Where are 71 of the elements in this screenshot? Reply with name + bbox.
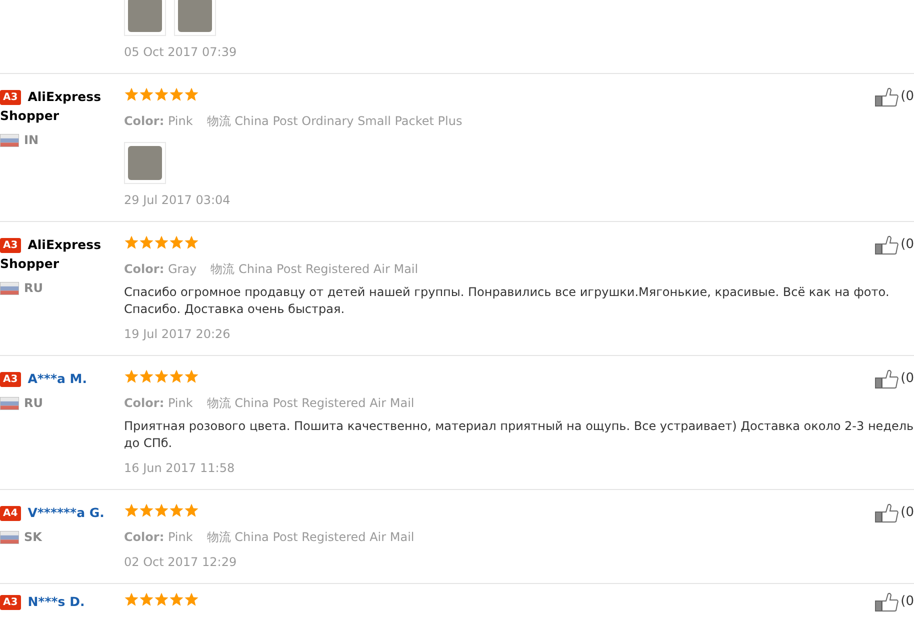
star-icon	[139, 503, 154, 518]
like-button[interactable]: (0	[874, 592, 914, 612]
country-code: SK	[24, 529, 42, 546]
star-icon	[124, 235, 139, 250]
star-icon	[154, 87, 169, 102]
star-icon	[184, 592, 199, 607]
review-date: 19 Jul 2017 20:26	[124, 326, 232, 343]
review-text: Спасибо огромное продавцу от детей нашей группы. Понравились все игрушки.Мягонькие, красивые. Всё как на фото. Спасибо. Доставка очень быстрая.	[124, 284, 890, 318]
flag-icon	[0, 282, 19, 294]
flag-icon	[0, 396, 19, 410]
star-icon	[154, 592, 169, 607]
star-icon	[169, 592, 184, 607]
like-button[interactable]: (0	[874, 235, 914, 255]
thumbs-up-icon	[874, 369, 899, 389]
shipping-info: 物流 China Post Registered Air Mail	[206, 530, 414, 544]
reviewer-name[interactable]: A3 A***a M.	[0, 369, 124, 388]
color-info: Color: Pink	[124, 114, 193, 128]
star-icon	[154, 369, 169, 384]
reviewer-name: A3 AliExpress Shopper	[0, 88, 102, 125]
color-info: Color: Pink	[124, 396, 193, 410]
level-badge: A3	[0, 90, 21, 105]
thumbs-up-icon	[874, 592, 899, 612]
reviewer-name: A3 AliExpress Shopper	[0, 236, 102, 273]
review-date: 29 Jul 2017 03:04	[124, 192, 232, 209]
star-icon	[124, 87, 139, 102]
star-icon	[139, 87, 154, 102]
flag-icon	[0, 530, 19, 544]
star-icon	[184, 369, 199, 384]
star-icon	[184, 87, 199, 102]
star-icon	[124, 592, 139, 607]
photo-placeholder[interactable]	[174, 0, 216, 36]
star-icon	[169, 369, 184, 384]
shipping-info: 物流 China Post Ordinary Small Packet Plus	[206, 114, 462, 128]
color-info: Color: Pink	[124, 530, 193, 544]
level-badge: A4	[0, 506, 21, 521]
level-badge: A3	[0, 372, 21, 387]
thumbs-up-icon	[874, 235, 899, 255]
thumbs-up-icon	[874, 87, 899, 107]
flag-icon	[0, 134, 19, 146]
star-icon	[139, 592, 154, 607]
review-text: Приятная розового цвета. Пошита качественно, материал приятный на ощупь. Все устраивает) Доставка около 2-3 недель до СПб.	[124, 418, 914, 452]
star-icon	[154, 235, 169, 250]
star-icon	[154, 503, 169, 518]
star-icon	[184, 235, 199, 250]
shipping-info: 物流 China Post Registered Air Mail	[206, 396, 414, 410]
country-code: IN	[24, 132, 39, 149]
color-info: Color: Gray	[124, 262, 197, 276]
photo-placeholder[interactable]	[124, 0, 166, 36]
level-badge: A3	[0, 595, 21, 610]
reviewer-name[interactable]: A3 N***s D.	[0, 592, 124, 611]
reviewer-name[interactable]: A4 V******a G.	[0, 503, 124, 522]
star-icon	[139, 235, 154, 250]
like-button[interactable]: (0	[874, 369, 914, 389]
thumbs-up-icon	[874, 503, 899, 523]
review-date: 02 Oct 2017 12:29	[124, 554, 238, 571]
star-icon	[169, 87, 184, 102]
photo-placeholder[interactable]	[124, 142, 166, 184]
star-icon	[124, 369, 139, 384]
like-button[interactable]: (0	[874, 87, 914, 107]
shipping-info: 物流 China Post Registered Air Mail	[210, 262, 418, 276]
star-icon	[184, 503, 199, 518]
star-icon	[139, 369, 154, 384]
star-icon	[169, 503, 184, 518]
review-date: 05 Oct 2017 07:39	[124, 44, 238, 61]
star-icon	[124, 503, 139, 518]
review-date: 16 Jun 2017 11:58	[124, 460, 236, 477]
country-code: RU	[24, 395, 43, 412]
star-icon	[169, 235, 184, 250]
level-badge: A3	[0, 238, 21, 253]
country-code: RU	[24, 280, 43, 297]
like-button[interactable]: (0	[874, 503, 914, 523]
